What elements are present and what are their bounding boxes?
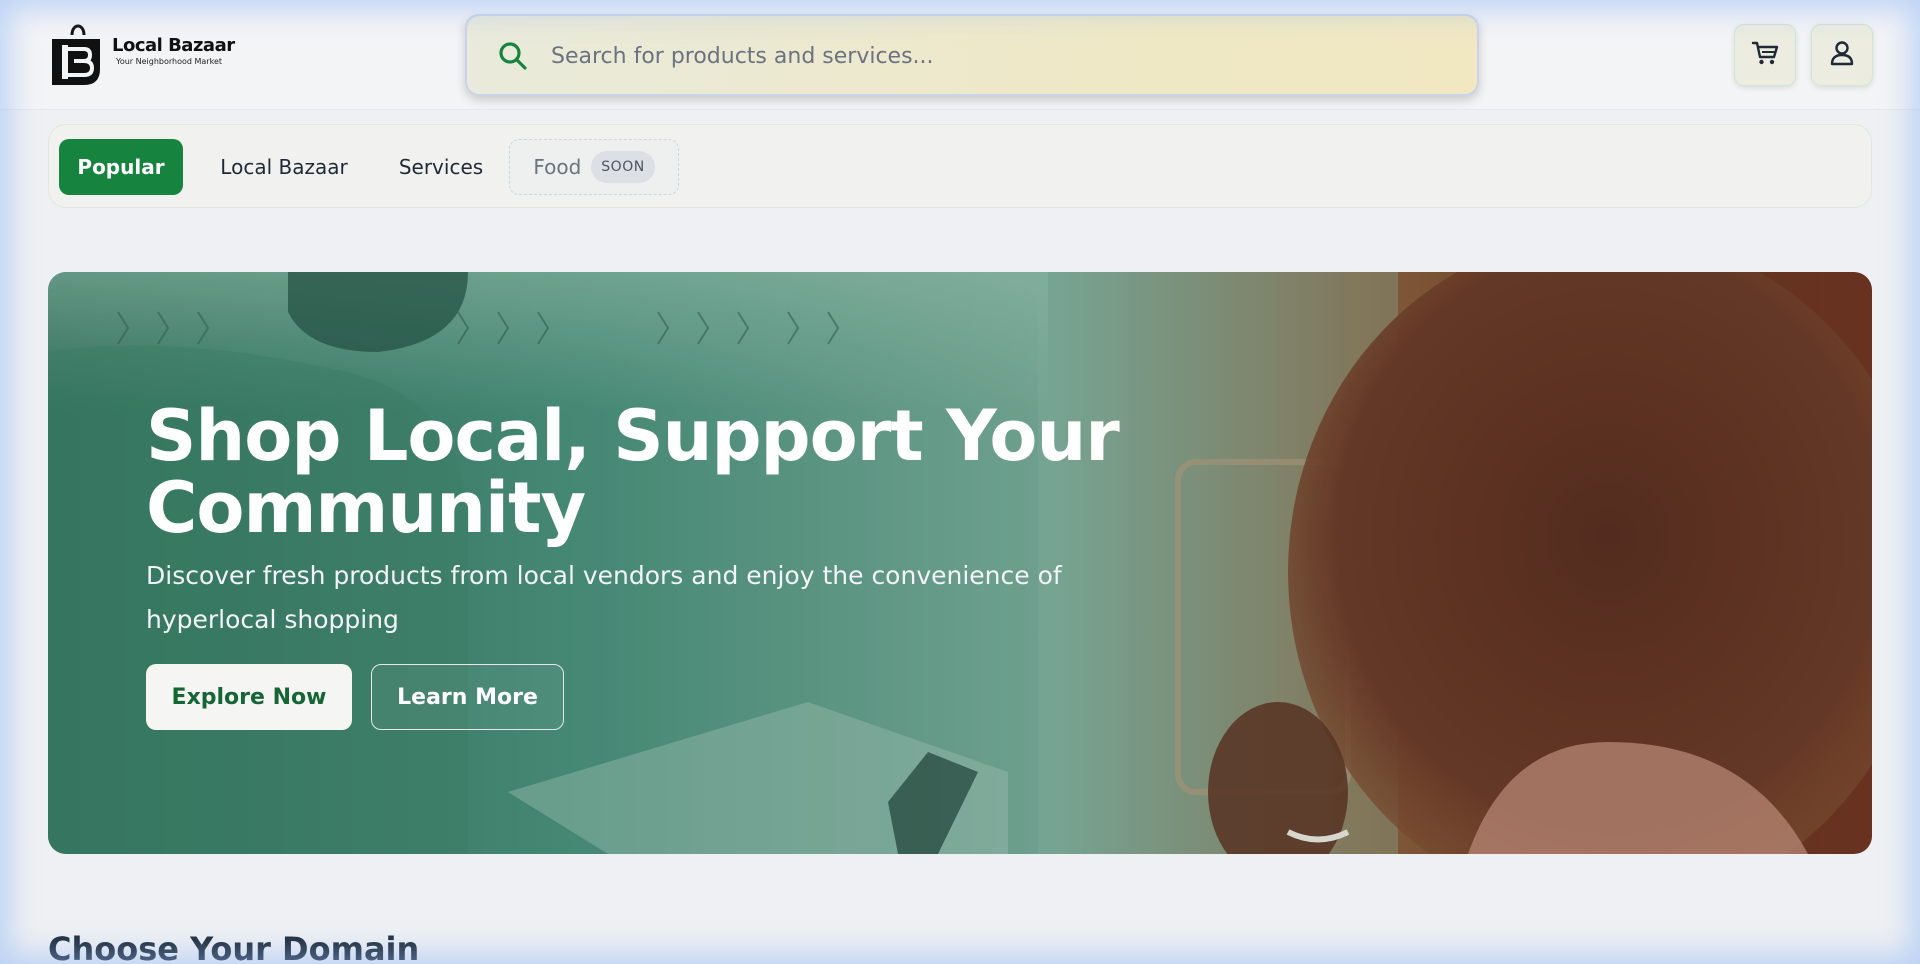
cart-icon: [1750, 38, 1780, 73]
hero-title-line1: Shop Local, Support Your: [146, 395, 1120, 477]
cart-button[interactable]: [1734, 24, 1796, 86]
category-tabs: Popular Local Bazaar Services Food SOON: [48, 124, 1872, 208]
tab-food-label: Food: [533, 155, 582, 179]
hero-subtitle-line1: Discover fresh products from local vendo…: [146, 561, 1062, 590]
tab-local-bazaar[interactable]: Local Bazaar: [209, 139, 359, 195]
tab-food[interactable]: Food SOON: [509, 139, 679, 195]
tab-services[interactable]: Services: [381, 139, 501, 195]
choose-domain-heading: Choose Your Domain: [48, 930, 420, 964]
soon-badge: SOON: [591, 151, 655, 183]
logo-bag-icon: [46, 21, 110, 89]
hero-title-line2: Community: [146, 467, 586, 549]
top-header: Local Bazaar Your Neighborhood Market: [0, 0, 1920, 110]
brand-name: Local Bazaar: [112, 34, 235, 56]
user-icon: [1828, 39, 1856, 72]
search-bar: [465, 14, 1479, 96]
hero-title: Shop Local, Support Your Community: [146, 400, 1146, 544]
hero-banner: Shop Local, Support Your Community Disco…: [48, 272, 1872, 854]
user-button[interactable]: [1811, 24, 1873, 86]
tab-popular[interactable]: Popular: [59, 139, 183, 195]
hero-subtitle-line2: hyperlocal shopping: [146, 605, 399, 634]
brand-tagline: Your Neighborhood Market: [116, 56, 222, 66]
hero-subtitle: Discover fresh products from local vendo…: [146, 554, 1106, 642]
search-input[interactable]: [551, 36, 1431, 76]
learn-more-button[interactable]: Learn More: [371, 664, 564, 730]
brand-logo[interactable]: Local Bazaar Your Neighborhood Market: [46, 20, 246, 90]
explore-now-button[interactable]: Explore Now: [146, 664, 352, 730]
search-icon: [497, 40, 529, 72]
